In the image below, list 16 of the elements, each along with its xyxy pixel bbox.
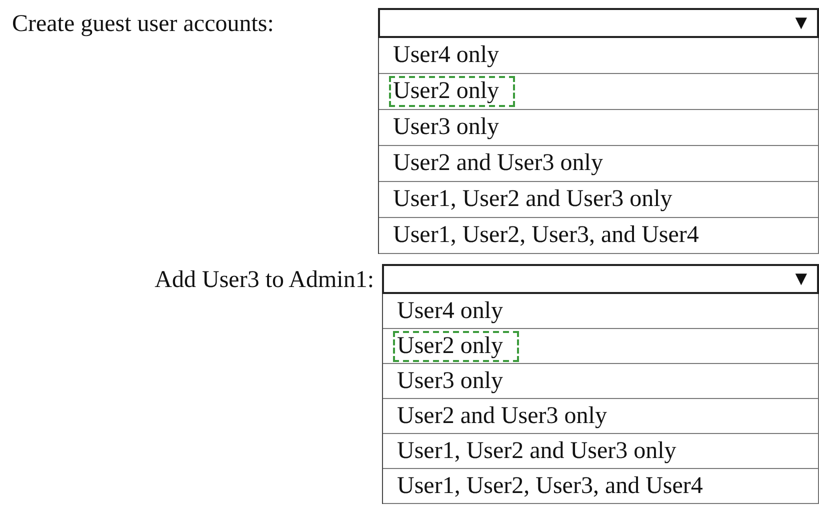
dropdown-option[interactable]: User3 only xyxy=(393,366,507,396)
dropdown-option[interactable]: User1, User2 and User3 only xyxy=(393,436,680,466)
dropdown-option[interactable]: User1, User2, User3, and User4 xyxy=(393,470,707,502)
dropdown-option[interactable]: User1, User2 and User3 only xyxy=(389,184,676,215)
dropdown-field[interactable]: ▼ xyxy=(382,264,819,294)
dropdown-option[interactable]: User3 only xyxy=(389,112,503,143)
dropdown-option[interactable]: User2 only xyxy=(389,76,515,107)
dropdown-option[interactable]: User2 and User3 only xyxy=(389,148,607,179)
dropdown-field[interactable]: ▼ xyxy=(378,8,819,38)
dropdown-option[interactable]: User2 and User3 only xyxy=(393,400,611,432)
question-label: Add User3 to Admin1: xyxy=(154,266,375,295)
dropdown-option[interactable]: User1, User2, User3, and User4 xyxy=(389,220,703,251)
question-label: Create guest user accounts: xyxy=(11,10,275,39)
dropdown-option[interactable]: User4 only xyxy=(393,296,507,326)
dropdown-option[interactable]: User2 only xyxy=(393,330,519,362)
dropdown-option[interactable]: User4 only xyxy=(389,40,503,71)
